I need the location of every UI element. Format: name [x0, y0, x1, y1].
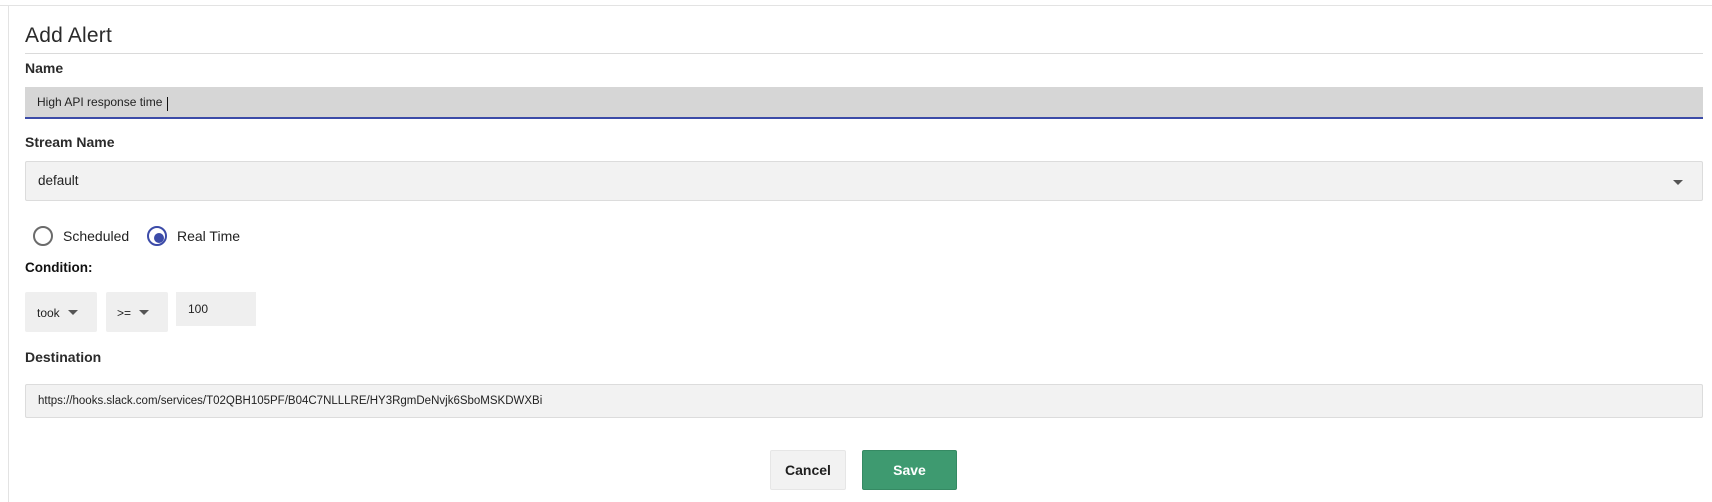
- left-divider: [8, 6, 9, 502]
- stream-name-label: Stream Name: [25, 134, 115, 150]
- destination-label: Destination: [25, 349, 102, 365]
- radio-scheduled-label: Scheduled: [63, 228, 130, 244]
- name-input[interactable]: [25, 87, 1703, 119]
- condition-value-input[interactable]: [176, 292, 256, 326]
- caret-down-icon: [139, 310, 149, 315]
- page-title: Add Alert: [25, 24, 113, 47]
- condition-operator-select[interactable]: >=: [106, 292, 168, 332]
- stream-name-value: default: [38, 173, 79, 188]
- condition-field-value: took: [37, 306, 60, 320]
- condition-operator-value: >=: [117, 306, 132, 320]
- stream-name-select[interactable]: default: [25, 161, 1703, 201]
- caret-down-icon: [68, 310, 78, 315]
- radio-dot: [154, 233, 164, 243]
- destination-input[interactable]: [25, 384, 1703, 418]
- save-button[interactable]: Save: [862, 450, 957, 490]
- radio-unchecked-icon[interactable]: [33, 226, 53, 246]
- title-divider: [25, 53, 1703, 54]
- name-label: Name: [25, 60, 64, 76]
- radio-checked-icon[interactable]: [147, 226, 167, 246]
- caret-down-icon: [1673, 180, 1683, 185]
- condition-label: Condition:: [25, 260, 93, 275]
- cancel-button[interactable]: Cancel: [770, 450, 846, 490]
- condition-field-select[interactable]: took: [25, 292, 97, 332]
- top-divider: [0, 5, 1712, 6]
- radio-real-time-label: Real Time: [177, 228, 241, 244]
- text-cursor: [167, 97, 168, 111]
